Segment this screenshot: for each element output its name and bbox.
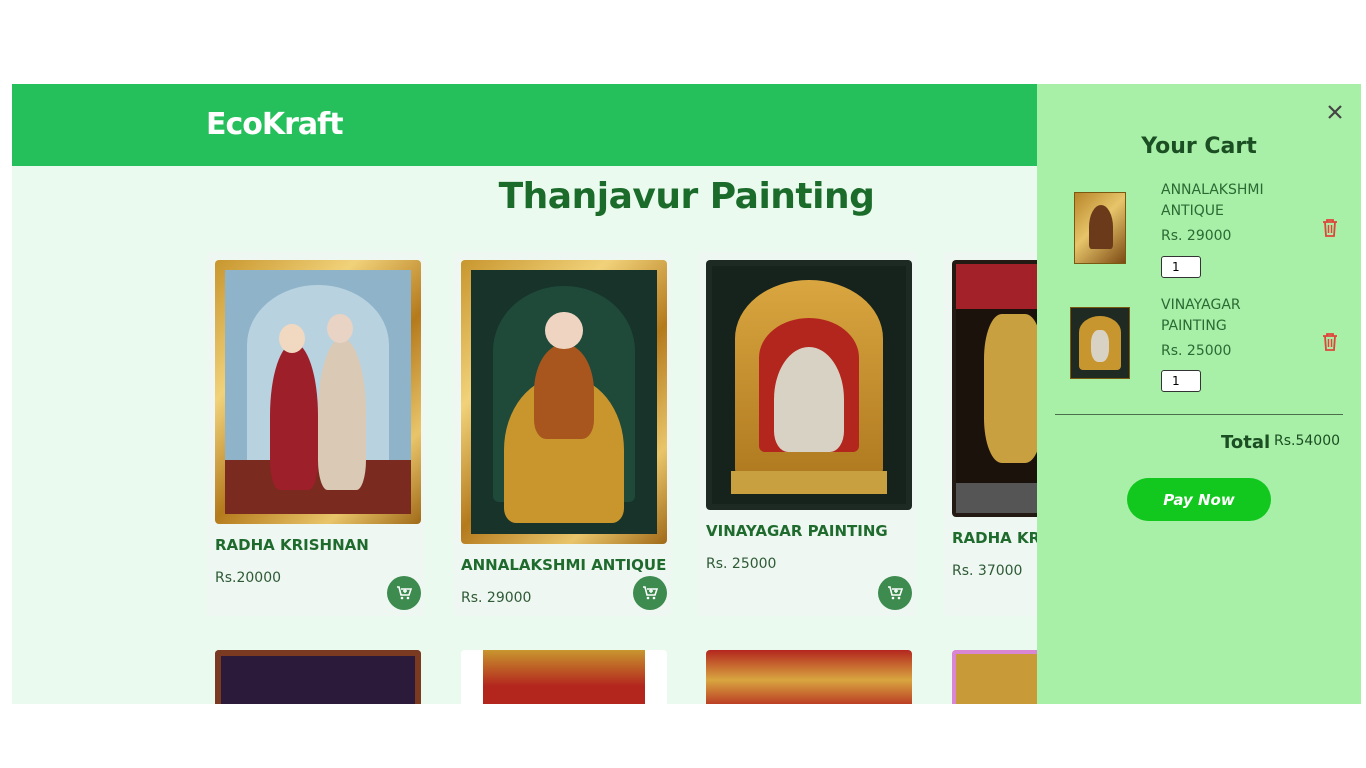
product-image[interactable]: [215, 260, 421, 524]
quantity-input[interactable]: [1161, 370, 1201, 392]
product-price: Rs. 29000: [461, 590, 532, 606]
cart-item-thumbnail: [1074, 192, 1126, 264]
product-price: Rs.20000: [215, 570, 282, 586]
cart-title: Your Cart: [1141, 134, 1257, 159]
cart-panel: Your Cart ANNALAKSHMI ANTIQUE Rs. 29000 …: [1037, 84, 1361, 704]
product-name[interactable]: RADHA KRISHNAN: [215, 536, 369, 554]
cart-item: VINAYAGAR PAINTING Rs. 25000: [1037, 295, 1361, 395]
cart-item: ANNALAKSHMI ANTIQUE Rs. 29000: [1037, 180, 1361, 280]
cart-item-name: ANNALAKSHMI ANTIQUE: [1161, 182, 1264, 219]
cart-item-name: VINAYAGAR PAINTING: [1161, 297, 1241, 334]
cart-item-thumbnail: [1070, 307, 1130, 379]
total-label: Total: [1221, 432, 1271, 453]
close-icon[interactable]: [1327, 100, 1343, 124]
add-to-cart-button[interactable]: [878, 576, 912, 610]
product-card: RADHA KRISHNAN Rs.20000: [207, 252, 425, 616]
product-image[interactable]: [461, 260, 667, 544]
cart-divider: [1055, 414, 1343, 415]
logo[interactable]: EcoKraft: [206, 107, 344, 142]
product-image[interactable]: [461, 650, 667, 704]
add-to-cart-button[interactable]: [387, 576, 421, 610]
pay-now-button[interactable]: Pay Now: [1127, 478, 1271, 521]
add-to-cart-button[interactable]: [633, 576, 667, 610]
product-price: Rs. 37000: [952, 563, 1023, 579]
product-card: ANNALAKSHMI ANTIQUE Rs. 29000: [453, 252, 671, 616]
product-card: VINAYAGAR PAINTING Rs. 25000: [698, 252, 916, 616]
cart-item-price: Rs. 29000: [1161, 228, 1232, 244]
product-name[interactable]: ANNALAKSHMI ANTIQUE: [461, 556, 666, 574]
trash-icon[interactable]: [1321, 332, 1341, 354]
cart-plus-icon: [397, 586, 412, 600]
trash-icon[interactable]: [1321, 218, 1341, 240]
total-value: Rs.54000: [1274, 433, 1341, 449]
product-image[interactable]: [215, 650, 421, 704]
cart-plus-icon: [643, 586, 658, 600]
quantity-input[interactable]: [1161, 256, 1201, 278]
product-price: Rs. 25000: [706, 556, 777, 572]
product-image[interactable]: [706, 260, 912, 510]
product-name[interactable]: VINAYAGAR PAINTING: [706, 522, 888, 540]
product-image[interactable]: [706, 650, 912, 704]
cart-item-price: Rs. 25000: [1161, 343, 1232, 359]
cart-plus-icon: [888, 586, 903, 600]
